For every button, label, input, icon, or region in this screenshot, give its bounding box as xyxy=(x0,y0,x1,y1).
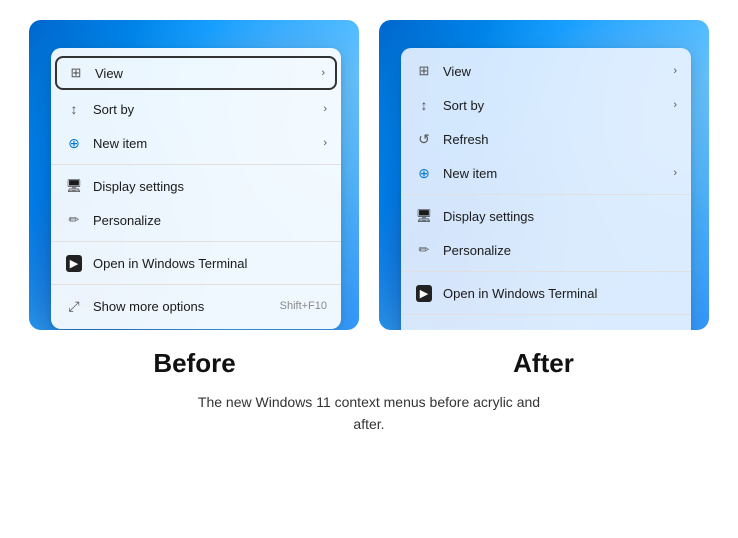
before-sortby-label: Sort by xyxy=(93,102,313,117)
view-arrow: › xyxy=(321,67,325,79)
before-menu-newitem[interactable]: New item › xyxy=(51,126,341,160)
personalize-icon xyxy=(65,211,83,229)
before-display-label: Display settings xyxy=(93,179,327,194)
after-view-label: View xyxy=(443,64,663,79)
after-more-label: Show more options xyxy=(443,329,620,331)
before-divider-3 xyxy=(51,284,341,285)
before-menu-sortby[interactable]: Sort by › xyxy=(51,92,341,126)
after-menu-refresh[interactable]: Refresh xyxy=(401,122,691,156)
after-sortby-arrow: › xyxy=(673,99,677,111)
before-personalize-label: Personalize xyxy=(93,213,327,228)
before-more-shortcut: Shift+F10 xyxy=(280,300,327,312)
comparison-section: View › Sort by › New item › Display sett… xyxy=(0,0,738,340)
before-divider-2 xyxy=(51,241,341,242)
after-more-icon xyxy=(415,327,433,330)
sortby-arrow: › xyxy=(323,103,327,115)
terminal-icon xyxy=(65,254,83,272)
after-newitem-icon xyxy=(415,164,433,182)
after-personalize-label: Personalize xyxy=(443,243,677,258)
after-menu-newitem[interactable]: New item › xyxy=(401,156,691,190)
before-view-label: View xyxy=(95,66,311,81)
after-view-arrow: › xyxy=(673,65,677,77)
before-menu-personalize[interactable]: Personalize xyxy=(51,203,341,237)
after-sortby-icon xyxy=(415,96,433,114)
after-divider-2 xyxy=(401,271,691,272)
after-newitem-label: New item xyxy=(443,166,663,181)
after-panel: View › Sort by › Refresh New item › xyxy=(379,20,709,330)
before-divider-1 xyxy=(51,164,341,165)
after-display-label: Display settings xyxy=(443,209,677,224)
after-personalize-icon xyxy=(415,241,433,259)
more-icon xyxy=(65,297,83,315)
after-menu-personalize[interactable]: Personalize xyxy=(401,233,691,267)
after-terminal-label: Open in Windows Terminal xyxy=(443,286,677,301)
after-refresh-label: Refresh xyxy=(443,132,677,147)
newitem-icon xyxy=(65,134,83,152)
after-context-menu: View › Sort by › Refresh New item › xyxy=(401,48,691,330)
after-view-icon xyxy=(415,62,433,80)
after-menu-view[interactable]: View › xyxy=(401,54,691,88)
caption-line2: after. xyxy=(198,413,540,435)
after-divider-1 xyxy=(401,194,691,195)
after-menu-terminal[interactable]: Open in Windows Terminal xyxy=(401,276,691,310)
before-panel: View › Sort by › New item › Display sett… xyxy=(29,20,359,330)
after-menu-display[interactable]: Display settings xyxy=(401,199,691,233)
view-icon xyxy=(67,64,85,82)
after-refresh-icon xyxy=(415,130,433,148)
after-display-icon xyxy=(415,207,433,225)
after-terminal-icon xyxy=(415,284,433,302)
before-more-label: Show more options xyxy=(93,299,270,314)
before-label: Before xyxy=(30,340,359,385)
before-terminal-label: Open in Windows Terminal xyxy=(93,256,327,271)
after-menu-more[interactable]: Show more options Shift+F10 xyxy=(401,319,691,330)
before-menu-display[interactable]: Display settings xyxy=(51,169,341,203)
labels-section: Before After xyxy=(0,340,738,385)
caption: The new Windows 11 context menus before … xyxy=(198,385,540,436)
after-menu-sortby[interactable]: Sort by › xyxy=(401,88,691,122)
sortby-icon xyxy=(65,100,83,118)
after-sortby-label: Sort by xyxy=(443,98,663,113)
after-divider-3 xyxy=(401,314,691,315)
display-icon xyxy=(65,177,83,195)
before-menu-more[interactable]: Show more options Shift+F10 xyxy=(51,289,341,323)
after-newitem-arrow: › xyxy=(673,167,677,179)
after-label: After xyxy=(379,340,708,385)
newitem-arrow: › xyxy=(323,137,327,149)
before-newitem-label: New item xyxy=(93,136,313,151)
caption-line1: The new Windows 11 context menus before … xyxy=(198,391,540,413)
before-menu-terminal[interactable]: Open in Windows Terminal xyxy=(51,246,341,280)
before-menu-view[interactable]: View › xyxy=(55,56,337,90)
before-context-menu: View › Sort by › New item › Display sett… xyxy=(51,48,341,329)
